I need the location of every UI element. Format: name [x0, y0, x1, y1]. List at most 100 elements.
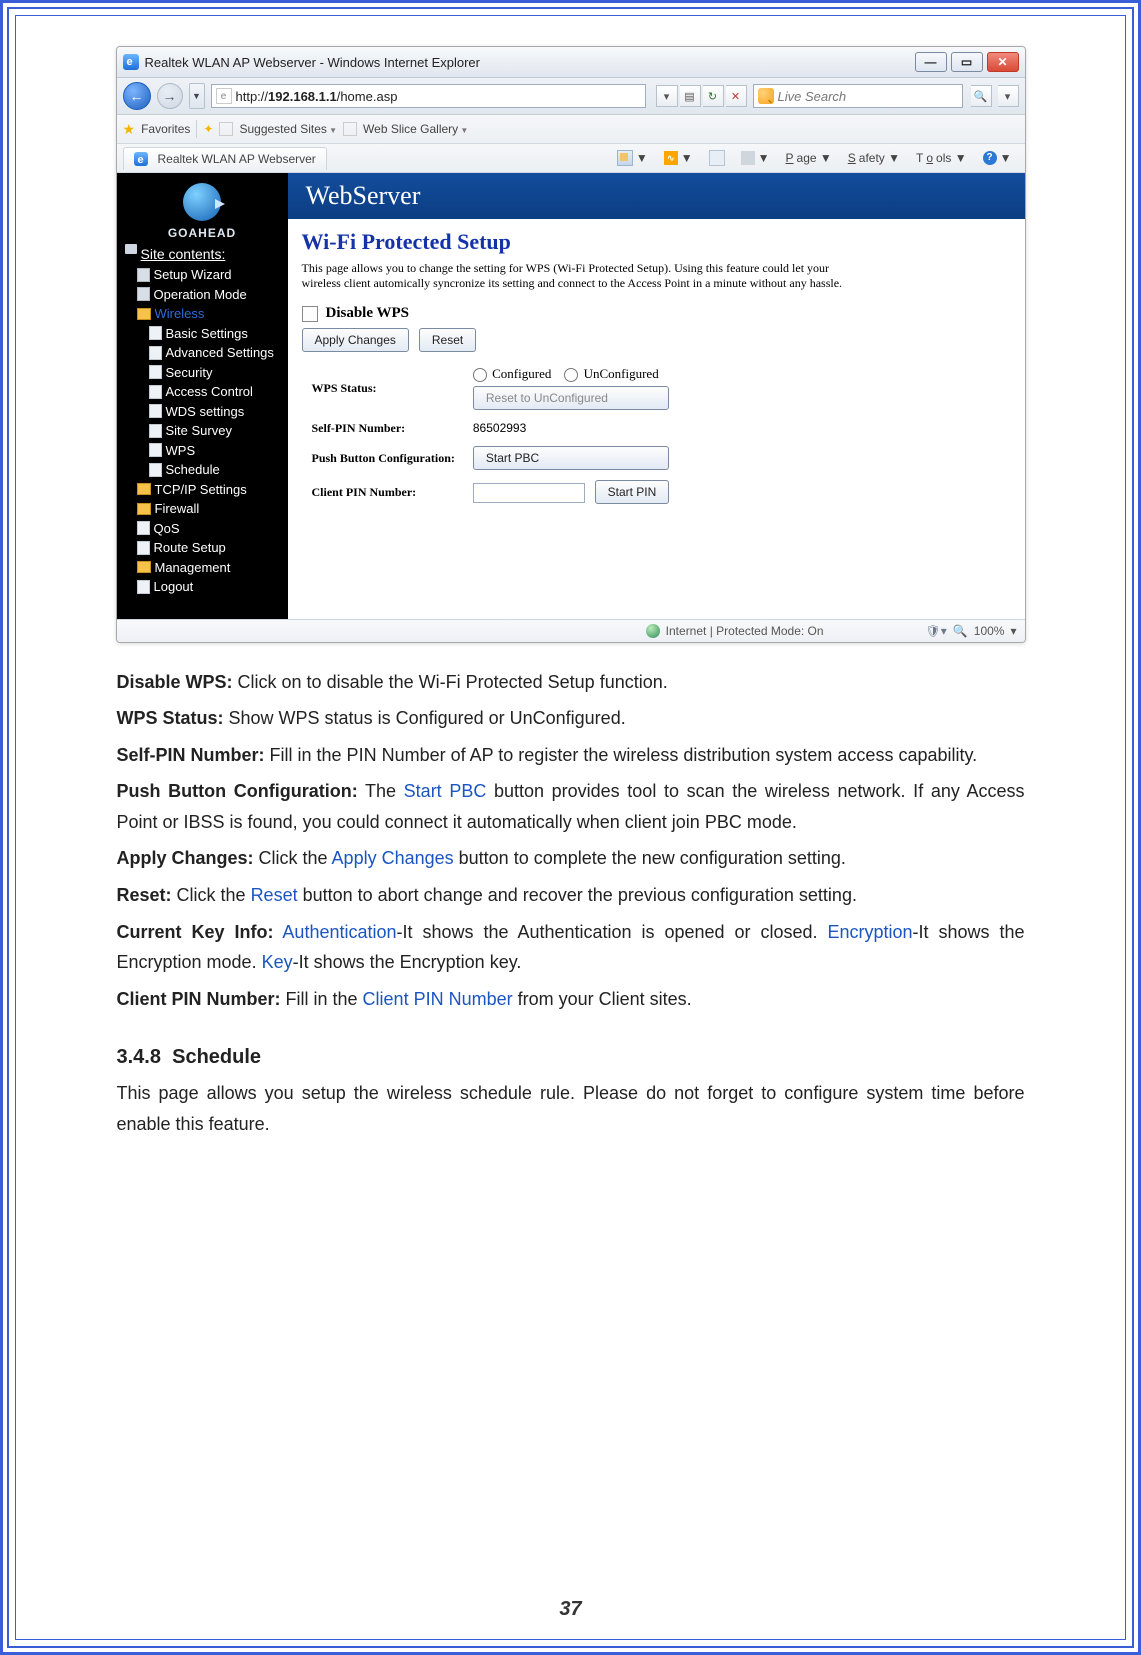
tools-menu[interactable]: Tools ▼: [909, 146, 974, 170]
file-icon: [149, 326, 162, 340]
configured-label: Configured: [492, 366, 551, 381]
search-dropdown-button[interactable]: ▾: [998, 85, 1019, 107]
wps-form: WPS Status: Configured UnConfigured Rese…: [302, 360, 680, 510]
feeds-button[interactable]: ∿▼: [657, 146, 700, 170]
screenshot: Realtek WLAN AP Webserver - Windows Inte…: [116, 46, 1026, 643]
logo-icon: [183, 183, 221, 221]
copy-disable-wps-k: Disable WPS:: [117, 672, 233, 692]
search-go-button[interactable]: 🔍: [971, 85, 992, 107]
nav-basic-settings[interactable]: Basic Settings: [149, 324, 282, 344]
unconfigured-radio[interactable]: [564, 368, 578, 382]
page-number: 37: [16, 1598, 1125, 1621]
section-heading: 3.4.8 Schedule: [117, 1040, 1025, 1074]
nav-tree: Site contents: Setup Wizard Operation Mo…: [117, 242, 288, 597]
web-slice-gallery-link[interactable]: Web Slice Gallery: [363, 122, 468, 136]
zoom-level[interactable]: 100%: [974, 624, 1005, 638]
nav-logout[interactable]: Logout: [137, 577, 282, 597]
logo-text: GOAHEAD: [117, 226, 288, 240]
maximize-button[interactable]: ▭: [951, 52, 983, 72]
protected-mode-icon[interactable]: 🛡▾: [926, 624, 947, 638]
file-icon: [149, 424, 162, 438]
nav-history-dropdown[interactable]: ▼: [189, 83, 205, 109]
favorites-label[interactable]: Favorites: [141, 122, 190, 136]
copy-self-pin-v: Fill in the PIN Number of AP to register…: [265, 745, 978, 765]
zoom-dropdown[interactable]: ▾: [1010, 624, 1016, 638]
copy-wps-status-k: WPS Status:: [117, 708, 224, 728]
suggested-sites-link[interactable]: Suggested Sites: [239, 122, 337, 136]
disable-wps-label: Disable WPS: [326, 305, 410, 322]
separator: [196, 120, 197, 138]
home-icon: [617, 150, 633, 166]
read-mail-button[interactable]: [702, 146, 732, 170]
nav-access-control[interactable]: Access Control: [149, 382, 282, 402]
nav-operation-mode[interactable]: Operation Mode: [137, 285, 282, 305]
unconfigured-label: UnConfigured: [584, 366, 659, 381]
reset-to-unconfigured-button[interactable]: Reset to UnConfigured: [473, 386, 669, 410]
nav-wireless[interactable]: Wireless: [137, 304, 282, 324]
rss-icon: ∿: [664, 151, 678, 165]
start-pin-button[interactable]: Start PIN: [595, 480, 670, 504]
tree-root-icon: [125, 244, 137, 254]
folder-open-icon: [137, 308, 151, 320]
nav-schedule[interactable]: Schedule: [149, 460, 282, 480]
tree-header: Site contents:: [141, 244, 226, 265]
favorites-star-icon[interactable]: ★: [123, 121, 136, 138]
page-body: GOAHEAD Site contents: Setup Wizard Oper…: [117, 173, 1025, 619]
mail-icon: [709, 150, 725, 166]
nav-wps[interactable]: WPS: [149, 441, 282, 461]
print-button[interactable]: ▼: [734, 146, 777, 170]
page-icon: e: [216, 88, 232, 104]
url-host: 192.168.1.1: [268, 89, 337, 104]
url-dropdown-button[interactable]: ▾: [656, 85, 678, 107]
refresh-button[interactable]: ↻: [703, 85, 724, 107]
safety-menu[interactable]: Safety ▼: [841, 146, 907, 170]
nav-security[interactable]: Security: [149, 363, 282, 383]
url-scheme: http://: [236, 89, 269, 104]
page-menu[interactable]: PPageage ▼: [779, 146, 839, 170]
window-title: Realtek WLAN AP Webserver - Windows Inte…: [145, 55, 915, 70]
minimize-button[interactable]: —: [915, 52, 947, 72]
help-button[interactable]: ?▼: [976, 146, 1019, 170]
close-button[interactable]: ✕: [987, 52, 1019, 72]
nav-wds-settings[interactable]: WDS settings: [149, 402, 282, 422]
tab-favicon: [134, 152, 148, 166]
nav-tcpip[interactable]: TCP/IP Settings: [137, 480, 282, 500]
url-path: /home.asp: [337, 89, 398, 104]
configured-radio[interactable]: [473, 368, 487, 382]
nav-firewall[interactable]: Firewall: [137, 499, 282, 519]
nav-management[interactable]: Management: [137, 558, 282, 578]
browser-tab[interactable]: Realtek WLAN AP Webserver: [123, 147, 327, 170]
status-text: Internet | Protected Mode: On: [666, 624, 824, 638]
home-button[interactable]: ▼: [610, 146, 655, 170]
print-icon: [741, 151, 755, 165]
reset-button[interactable]: Reset: [419, 328, 476, 352]
wps-status-label: WPS Status:: [304, 362, 463, 414]
page-heading: Wi-Fi Protected Setup: [302, 229, 1011, 255]
start-pbc-button[interactable]: Start PBC: [473, 446, 669, 470]
stop-button[interactable]: ✕: [726, 85, 747, 107]
key-link: Key: [262, 952, 293, 972]
section-paragraph: This page allows you setup the wireless …: [117, 1078, 1025, 1139]
file-icon: [137, 580, 150, 594]
copy-pbc-k: Push Button Configuration:: [117, 781, 358, 801]
favorites-bar: ★ Favorites ✦ Suggested Sites Web Slice …: [117, 115, 1025, 144]
zoom-icon[interactable]: 🔍: [953, 624, 968, 638]
nav-setup-wizard[interactable]: Setup Wizard: [137, 265, 282, 285]
back-button[interactable]: ←: [123, 82, 151, 110]
section-title: Schedule: [172, 1046, 261, 1068]
forward-button[interactable]: →: [157, 83, 183, 109]
nav-qos[interactable]: QoS: [137, 519, 282, 539]
disable-wps-checkbox[interactable]: [302, 306, 318, 322]
compat-view-icon[interactable]: ▤: [680, 85, 701, 107]
address-bar[interactable]: e http://192.168.1.1/home.asp: [211, 84, 646, 108]
nav-route-setup[interactable]: Route Setup: [137, 538, 282, 558]
client-pin-link: Client PIN Number: [363, 989, 513, 1009]
nav-advanced-settings[interactable]: Advanced Settings: [149, 343, 282, 363]
client-pin-input[interactable]: [473, 483, 585, 503]
address-tools: ▾ ▤ ↻ ✕: [656, 85, 747, 107]
apply-changes-button[interactable]: Apply Changes: [302, 328, 409, 352]
file-icon: [149, 365, 162, 379]
nav-site-survey[interactable]: Site Survey: [149, 421, 282, 441]
file-icon: [149, 385, 162, 399]
search-box[interactable]: Live Search: [753, 84, 963, 108]
